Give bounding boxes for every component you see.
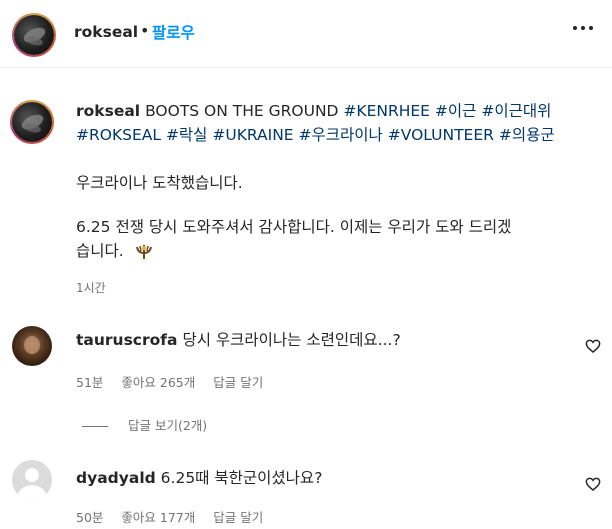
comment-text: 당시 우크라이나는 소련인데요...? bbox=[182, 331, 401, 349]
caption-avatar[interactable] bbox=[10, 100, 54, 144]
header-separator-dot: • bbox=[140, 21, 150, 40]
caption-paragraph-2-line-2: 습니다. bbox=[76, 240, 153, 262]
caption-paragraph-2-end: 습니다. bbox=[76, 242, 124, 260]
comment-time: 51분 bbox=[76, 375, 104, 390]
comment-likes[interactable]: 좋아요 265개 bbox=[121, 375, 195, 390]
heart-outline-icon[interactable] bbox=[585, 476, 601, 492]
header-username[interactable]: rokseal bbox=[74, 23, 138, 41]
follow-button[interactable]: 팔로우 bbox=[152, 21, 195, 43]
hashtag[interactable]: #의용군 bbox=[499, 126, 555, 144]
comment-time: 50분 bbox=[76, 510, 104, 525]
hashtag[interactable]: #VOLUNTEER bbox=[388, 126, 494, 144]
more-options-icon[interactable] bbox=[572, 26, 594, 32]
hashtag[interactable]: #ROKSEAL bbox=[76, 126, 161, 144]
comment-body: dyadyald 6.25때 북한군이셨나요? bbox=[76, 466, 322, 488]
hashtag[interactable]: #이근 bbox=[435, 102, 477, 120]
hashtag[interactable]: #KENRHEE bbox=[343, 102, 430, 120]
caption-timestamp: 1시간 bbox=[76, 281, 106, 295]
caption-paragraph-2-line-1: 6.25 전쟁 당시 도와주셔서 감사합니다. 이제는 우리가 도와 드리겠 bbox=[76, 218, 512, 236]
trident-emoji-icon bbox=[135, 244, 152, 259]
comment-likes[interactable]: 좋아요 177개 bbox=[121, 510, 195, 525]
reply-button[interactable]: 답글 달기 bbox=[213, 510, 263, 525]
header-avatar[interactable] bbox=[12, 13, 56, 57]
reply-button[interactable]: 답글 달기 bbox=[213, 375, 263, 390]
view-replies-label: 답글 보기(2개) bbox=[127, 418, 208, 433]
replies-divider-line bbox=[82, 426, 108, 427]
comment-meta: 51분 좋아요 265개 답글 달기 bbox=[76, 372, 277, 391]
comment-username[interactable]: tauruscrofa bbox=[76, 331, 178, 349]
comment-meta: 50분 좋아요 177개 답글 달기 bbox=[76, 507, 277, 526]
caption-username[interactable]: rokseal bbox=[76, 102, 140, 120]
heart-outline-icon[interactable] bbox=[585, 338, 601, 354]
caption-line-2: #ROKSEAL #락실 #UKRAINE #우크라이나 #VOLUNTEER … bbox=[76, 124, 555, 146]
comment-text: 6.25때 북한군이셨나요? bbox=[160, 469, 323, 487]
post-header: rokseal • 팔로우 bbox=[0, 0, 612, 68]
caption-paragraph-1: 우크라이나 도착했습니다. bbox=[76, 174, 243, 192]
comment-body: tauruscrofa 당시 우크라이나는 소련인데요...? bbox=[76, 328, 401, 350]
comment-username[interactable]: dyadyald bbox=[76, 469, 156, 487]
view-replies-button[interactable]: 답글 보기(2개) bbox=[80, 415, 207, 433]
comment-avatar[interactable] bbox=[12, 326, 52, 366]
hashtag[interactable]: #이근대위 bbox=[481, 102, 551, 120]
hashtag[interactable]: #락실 bbox=[166, 126, 208, 144]
default-avatar-icon[interactable] bbox=[12, 460, 52, 500]
caption-line-1: rokseal BOOTS ON THE GROUND #KENRHEE #이근… bbox=[76, 100, 551, 122]
caption-title: BOOTS ON THE GROUND bbox=[145, 102, 339, 120]
hashtag[interactable]: #우크라이나 bbox=[299, 126, 383, 144]
hashtag[interactable]: #UKRAINE bbox=[212, 126, 293, 144]
